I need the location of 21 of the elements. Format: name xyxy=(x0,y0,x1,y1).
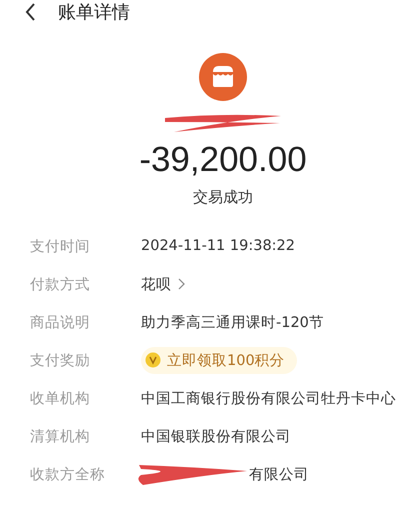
shop-icon xyxy=(198,52,248,102)
detail-value: 有限公司 xyxy=(249,466,309,484)
chevron-icon xyxy=(177,278,185,290)
detail-label: 收单机构 xyxy=(30,390,91,408)
payment-method-link[interactable]: 花呗 xyxy=(141,274,185,294)
detail-label: 支付时间 xyxy=(30,238,91,256)
detail-label: 收款方全称 xyxy=(30,466,106,484)
detail-label: 付款方式 xyxy=(30,276,91,294)
detail-value: 2024-11-11 19:38:22 xyxy=(141,238,295,254)
payment-status: 交易成功 xyxy=(193,188,253,207)
reward-button[interactable]: 立即领取100积分 xyxy=(141,346,297,374)
detail-label: 支付奖励 xyxy=(30,352,91,370)
detail-value: 中国银联股份有限公司 xyxy=(141,428,291,446)
detail-label: 清算机构 xyxy=(30,428,91,446)
payment-amount: -39,200.00 xyxy=(139,140,307,180)
page-title: 账单详情 xyxy=(58,1,130,24)
detail-value: 中国工商银行股份有限公司牡丹卡中心 xyxy=(141,390,396,408)
detail-value: 助力季高三通用课时-120节 xyxy=(141,314,324,332)
coin-icon xyxy=(145,352,161,368)
back-icon[interactable] xyxy=(24,2,36,22)
detail-label: 商品说明 xyxy=(30,314,91,332)
